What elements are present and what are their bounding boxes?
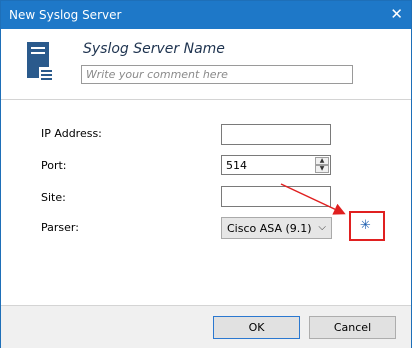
parser-selected-value: Cisco ASA (9.1) (227, 222, 312, 235)
chevron-down-icon: ⌵ (318, 222, 326, 233)
form-panel: IP Address: Port: 514 ▲ ▼ Site: Parser: … (1, 100, 411, 305)
parser-label: Parser: (41, 221, 79, 234)
parser-dropdown[interactable]: Cisco ASA (9.1) ⌵ (221, 217, 332, 239)
port-down-icon[interactable]: ▼ (315, 165, 329, 173)
ok-button[interactable]: OK (213, 316, 300, 339)
server-name-title: Syslog Server Name (83, 41, 225, 57)
port-up-icon[interactable]: ▲ (315, 157, 329, 165)
header-panel: Syslog Server Name (1, 29, 411, 100)
comment-input[interactable] (81, 65, 353, 84)
server-icon (27, 42, 54, 82)
parser-action-icon[interactable]: ✳ (360, 218, 371, 233)
ip-address-label: IP Address: (41, 127, 102, 140)
window-title: New Syslog Server (9, 8, 122, 22)
port-value: 514 (226, 159, 247, 172)
close-icon[interactable]: ✕ (390, 5, 403, 23)
dialog-window: New Syslog Server ✕ Syslog Server Name I… (0, 0, 412, 348)
site-input[interactable] (221, 186, 331, 207)
title-bar: New Syslog Server ✕ (1, 1, 411, 29)
site-label: Site: (41, 191, 66, 204)
ip-address-input[interactable] (221, 124, 331, 145)
button-bar: OK Cancel (1, 305, 411, 348)
port-stepper[interactable]: 514 ▲ ▼ (221, 155, 331, 175)
port-label: Port: (41, 159, 67, 172)
cancel-button[interactable]: Cancel (309, 316, 396, 339)
